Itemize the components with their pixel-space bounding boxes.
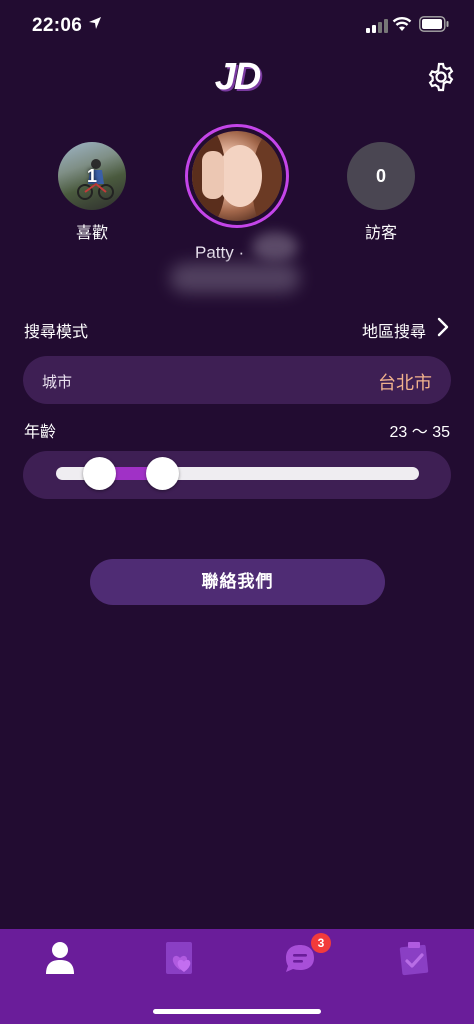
search-mode-value[interactable]: 地區搜尋 [362, 318, 426, 342]
status-time: 22:06 [32, 15, 83, 36]
gear-icon[interactable] [426, 62, 456, 92]
location-arrow-icon [89, 17, 101, 29]
checklist-icon [399, 942, 429, 976]
cellular-signal-icon [366, 19, 388, 33]
person-icon [46, 942, 74, 974]
likes-label[interactable]: 喜歡 [58, 219, 126, 243]
status-bar: 22:06 [0, 0, 474, 50]
photo-face [218, 145, 262, 207]
blurred-name-mask [252, 232, 298, 262]
city-label: 城市 [42, 374, 73, 391]
home-indicator[interactable] [153, 1009, 321, 1014]
city-value[interactable]: 台北市 [378, 369, 432, 395]
search-mode-label: 搜尋模式 [24, 324, 89, 341]
tab-match[interactable] [160, 936, 200, 980]
visitors-count: 0 [375, 166, 386, 186]
battery-icon [419, 16, 449, 32]
screen: 22:06 JD 1 喜歡 Patty · 0 訪客 搜尋模式 地區搜尋 城市 … [0, 0, 474, 1024]
likes-count: 1 [86, 166, 97, 186]
age-label: 年齡 [24, 424, 57, 441]
photo-hand [202, 151, 224, 199]
tab-tasks[interactable] [395, 936, 435, 980]
app-logo: JD [214, 56, 262, 98]
profile-photo [192, 131, 282, 221]
chevron-right-icon[interactable] [436, 317, 450, 337]
wifi-icon [392, 17, 412, 31]
chat-unread-badge: 3 [311, 933, 331, 953]
contact-us-button[interactable]: 聯絡我們 [90, 559, 385, 605]
visitors-label[interactable]: 訪客 [347, 219, 415, 243]
heart-card-icon [166, 942, 192, 974]
blurred-info-mask [170, 263, 300, 293]
age-min-handle[interactable] [82, 457, 116, 490]
profile-name: Patty · [195, 243, 245, 262]
tab-profile[interactable] [40, 936, 80, 980]
profile-avatar[interactable] [185, 124, 289, 228]
age-range-text: 23 ～ 35 [389, 424, 451, 441]
